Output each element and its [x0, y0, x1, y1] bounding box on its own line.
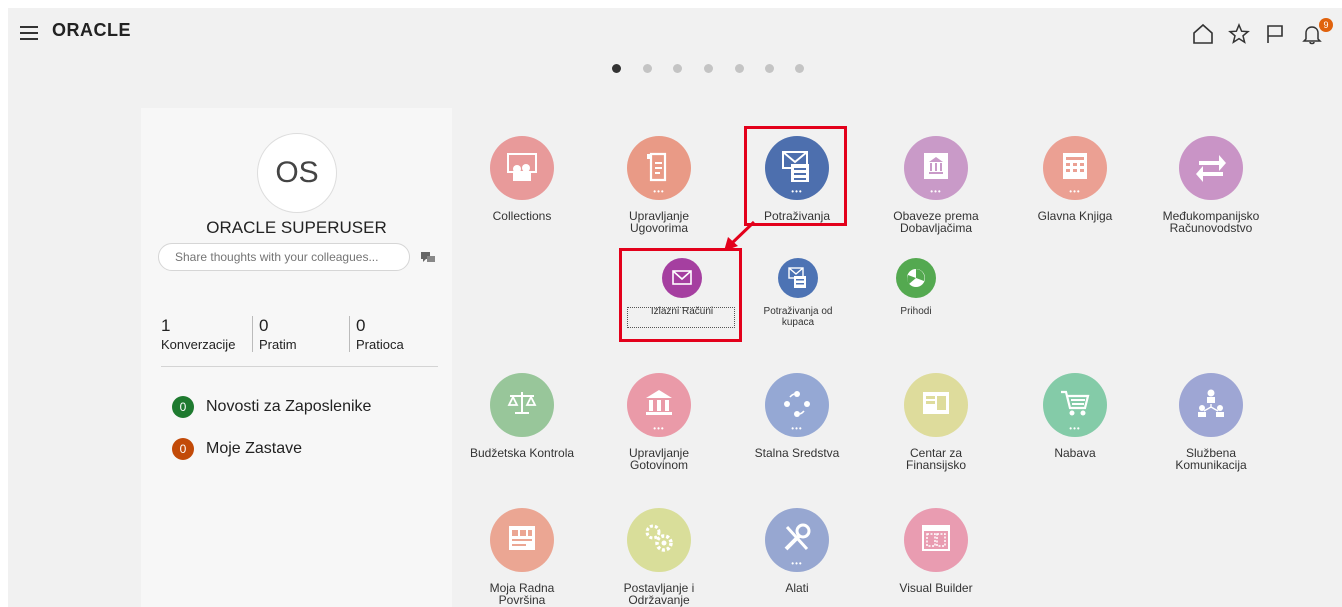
page-dot-4[interactable] — [704, 64, 713, 73]
highlight-box-receivables — [744, 126, 847, 226]
favorites-star-icon[interactable] — [1227, 22, 1251, 46]
workspace-dashboard-icon — [490, 508, 554, 572]
app-budgetary-control[interactable]: Budžetska Kontrola — [452, 373, 592, 459]
cash-bank-icon: ••• — [627, 373, 691, 437]
app-setup-maintenance[interactable]: Postavljanje i Održavanje — [589, 508, 729, 606]
ledger-calculator-icon: ••• — [1043, 136, 1107, 200]
tools-wrench-icon: ••• — [765, 508, 829, 572]
page-dot-7[interactable] — [795, 64, 804, 73]
stat-following[interactable]: 0 Pratim — [252, 316, 297, 352]
notification-count-badge: 9 — [1319, 18, 1333, 32]
app-payables[interactable]: ••• Obaveze prema Dobavljačima — [866, 136, 1006, 234]
stat-label: Pratioca — [356, 337, 404, 352]
app-intercompany-accounting[interactable]: Međukompanijsko Računovodstvo — [1141, 136, 1281, 234]
customer-receivables-icon — [778, 258, 818, 298]
profile-divider — [161, 366, 438, 367]
contract-scroll-icon: ••• — [627, 136, 691, 200]
page-dot-5[interactable] — [735, 64, 744, 73]
app-label: Upravljanje Ugovorima — [628, 209, 690, 235]
conversation-icon[interactable] — [421, 252, 435, 264]
stat-label: Pratim — [259, 337, 297, 352]
feed-label: Moje Zastave — [206, 440, 303, 458]
feed-label: Novosti za Zaposlenike — [206, 398, 372, 416]
app-visual-builder[interactable]: Visual Builder — [866, 508, 1006, 594]
app-cash-management[interactable]: ••• Upravljanje Gotovinom — [589, 373, 729, 471]
oracle-logo[interactable]: ORACLE — [52, 20, 131, 41]
payables-bank-icon: ••• — [904, 136, 968, 200]
app-label: Nabava — [1054, 446, 1096, 460]
app-label: Postavljanje i Održavanje — [623, 581, 695, 607]
subapp-label: Prihodi — [900, 306, 932, 317]
app-label: Stalna Sredstva — [754, 446, 840, 460]
left-edge — [0, 0, 8, 607]
gears-icon — [627, 508, 691, 572]
app-collections[interactable]: Collections — [452, 136, 592, 222]
app-procurement[interactable]: ••• Nabava — [1005, 373, 1145, 459]
flag-icon[interactable] — [1263, 22, 1287, 46]
org-chart-icon — [1179, 373, 1243, 437]
stat-followers[interactable]: 0 Pratioca — [349, 316, 404, 352]
shopping-cart-icon: ••• — [1043, 373, 1107, 437]
app-label: Budžetska Kontrola — [469, 446, 575, 460]
page-dot-1[interactable] — [612, 64, 621, 73]
app-label: Međukompanijsko Računovodstvo — [1162, 209, 1260, 235]
collections-icon — [490, 136, 554, 200]
visual-builder-icon — [904, 508, 968, 572]
feed-my-flags[interactable]: 0 Moje Zastave — [172, 438, 302, 460]
profile-panel: OS ORACLE SUPERUSER 1 Konverzacije 0 Pra… — [141, 108, 452, 607]
revenue-pie-icon — [896, 258, 936, 298]
stat-value: 0 — [259, 316, 269, 335]
app-fixed-assets[interactable]: ••• Stalna Sredstva — [727, 373, 867, 459]
app-label: Centar za Finansijsko — [905, 446, 967, 472]
focus-outline — [627, 307, 735, 328]
app-label: Obaveze prema Dobavljačima — [893, 209, 979, 235]
transfer-arrows-icon — [1179, 136, 1243, 200]
app-tools[interactable]: ••• Alati — [727, 508, 867, 594]
app-label: Moja Radna Površina — [489, 581, 555, 607]
feed-count-badge: 0 — [172, 438, 194, 460]
hamburger-menu-icon[interactable] — [20, 26, 38, 40]
top-edge — [0, 0, 1342, 8]
app-label: Alati — [785, 581, 809, 595]
subapp-label: Potraživanja od kupaca — [763, 306, 833, 328]
page-dot-6[interactable] — [765, 64, 774, 73]
stat-conversations[interactable]: 1 Konverzacije — [161, 316, 235, 352]
share-thoughts-input[interactable] — [158, 243, 410, 271]
app-label: Upravljanje Gotovinom — [628, 446, 690, 472]
app-general-ledger[interactable]: ••• Glavna Knjiga — [1005, 136, 1145, 222]
balance-scale-icon — [490, 373, 554, 437]
page-dot-3[interactable] — [673, 64, 682, 73]
app-label: Glavna Knjiga — [1037, 209, 1113, 223]
app-contract-management[interactable]: ••• Upravljanje Ugovorima — [589, 136, 729, 234]
assets-cycle-icon: ••• — [765, 373, 829, 437]
app-official-communication[interactable]: Službena Komunikacija — [1141, 373, 1281, 471]
subapp-customer-receivables[interactable]: Potraživanja od kupaca — [738, 258, 858, 328]
feed-count-badge: 0 — [172, 396, 194, 418]
user-name: ORACLE SUPERUSER — [206, 218, 387, 237]
global-header: ORACLE 9 — [8, 8, 1342, 56]
app-my-workspace[interactable]: Moja Radna Površina — [452, 508, 592, 606]
stat-value: 1 — [161, 316, 171, 335]
app-label: Visual Builder — [899, 581, 973, 595]
feed-employee-news[interactable]: 0 Novosti za Zaposlenike — [172, 396, 371, 418]
annotation-arrow-icon — [724, 220, 756, 251]
home-icon[interactable] — [1191, 22, 1215, 46]
app-financial-reporting-center[interactable]: Centar za Finansijsko — [866, 373, 1006, 471]
app-label: Collections — [492, 209, 552, 223]
avatar[interactable]: OS — [257, 133, 337, 213]
report-center-icon — [904, 373, 968, 437]
app-label: Službena Komunikacija — [1175, 446, 1247, 472]
page-dot-2[interactable] — [643, 64, 652, 73]
stat-label: Konverzacije — [161, 337, 236, 352]
stat-value: 0 — [356, 316, 366, 335]
subapp-revenue[interactable]: Prihodi — [856, 258, 976, 317]
